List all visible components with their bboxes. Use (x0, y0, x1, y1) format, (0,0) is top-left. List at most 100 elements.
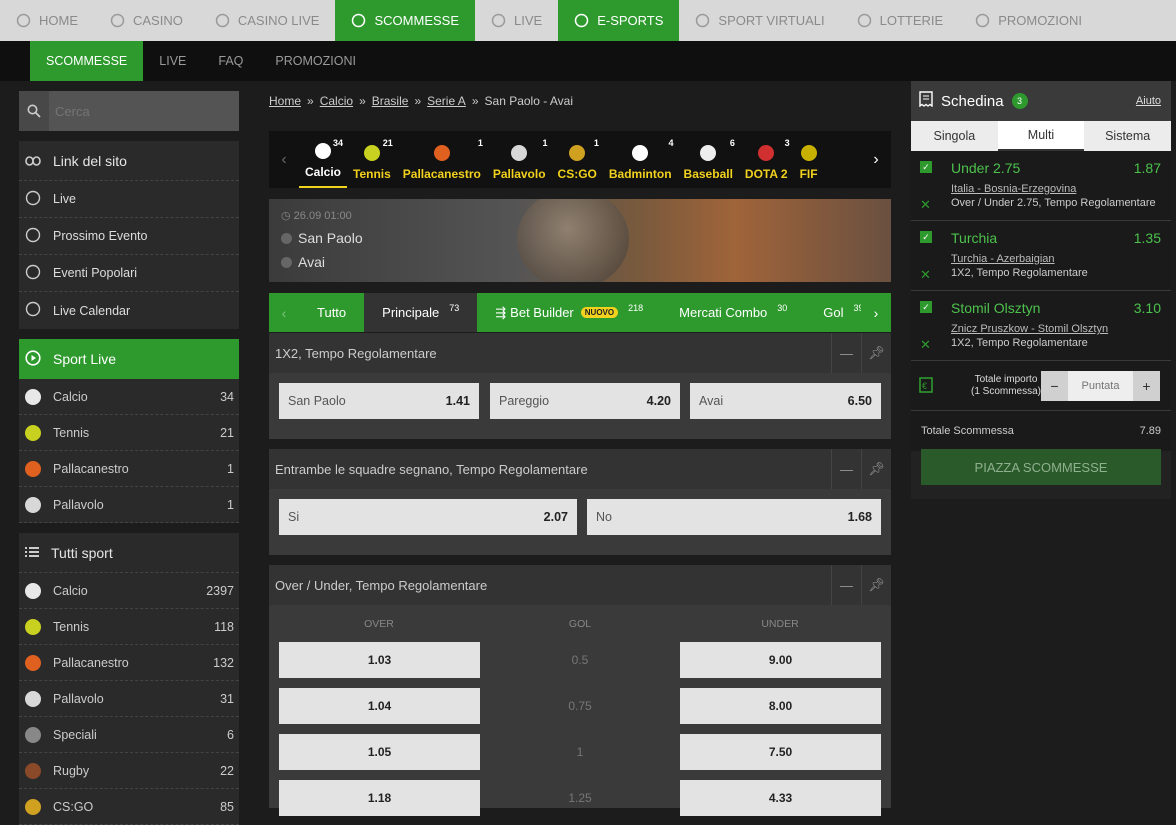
over-odd-button[interactable]: 1.18 (279, 780, 480, 816)
sidebar-link[interactable]: Eventi Popolari (19, 255, 239, 292)
over-odd-button[interactable]: 1.04 (279, 688, 480, 724)
sport-item[interactable]: Calcio 34 (19, 379, 239, 415)
search-box[interactable] (19, 91, 239, 131)
check-icon[interactable]: ✓ (920, 231, 932, 243)
sport-tab[interactable]: 1 CS:GO (552, 131, 603, 188)
sport-item[interactable]: Pallacanestro 132 (19, 645, 239, 681)
event-link[interactable]: Znicz Pruszkow - Stomil Olsztyn (951, 323, 1108, 335)
subnav-faq[interactable]: FAQ (202, 41, 259, 81)
place-bet-button[interactable]: PIAZZA SCOMMESSE (921, 449, 1161, 485)
sport-count: 22 (220, 763, 234, 778)
search-input[interactable] (49, 103, 229, 119)
check-icon[interactable]: ✓ (920, 301, 932, 313)
nav-casino[interactable]: CASINO (94, 0, 199, 41)
sport-tab[interactable]: 1 Pallavolo (487, 131, 552, 188)
under-odd-button[interactable]: 9.00 (680, 642, 881, 678)
subnav-promozioni[interactable]: PROMOZIONI (259, 41, 372, 81)
match-date: ◷ 26.09 01:00 (281, 210, 352, 222)
bet-type-tab[interactable]: Sistema (1084, 121, 1171, 151)
sport-ball-icon (25, 460, 41, 477)
market-tab[interactable]: Gol 39 (805, 293, 861, 332)
increase-button[interactable]: + (1133, 371, 1160, 401)
receipt-icon (919, 91, 933, 111)
sport-item[interactable]: Pallavolo 31 (19, 681, 239, 717)
sidebar-link[interactable]: Live Calendar (19, 292, 239, 329)
sport-tab[interactable]: 1 Pallacanestro (397, 131, 487, 188)
under-odd-button[interactable]: 8.00 (680, 688, 881, 724)
remove-icon[interactable]: ✕ (920, 197, 931, 213)
sport-tab[interactable]: 3 DOTA 2 (739, 131, 794, 188)
odd-button[interactable]: Pareggio 4.20 (490, 383, 680, 419)
home-team: San Paolo (281, 230, 363, 246)
nav-lotterie[interactable]: LOTTERIE (841, 0, 960, 41)
nav-live[interactable]: LIVE (475, 0, 558, 41)
subnav-live[interactable]: LIVE (143, 41, 202, 81)
odd-button[interactable]: San Paolo 1.41 (279, 383, 479, 419)
soccer-ball-image (517, 199, 629, 282)
sport-item[interactable]: CS:GO 85 (19, 789, 239, 825)
collapse-button[interactable]: — (831, 333, 861, 373)
tabs-next-button[interactable]: › (861, 293, 891, 332)
odd-button[interactable]: No 1.68 (587, 499, 881, 535)
collapse-button[interactable]: — (831, 449, 861, 489)
stake-input[interactable] (1068, 371, 1133, 401)
carousel-next-button[interactable]: › (861, 131, 891, 188)
bet-type-tab[interactable]: Singola (911, 121, 998, 151)
market-tab[interactable]: Principale 73 (364, 293, 478, 332)
tabs-prev-button[interactable]: ‹ (269, 293, 299, 332)
sport-item[interactable]: Pallavolo 1 (19, 487, 239, 523)
sport-ball-icon (25, 726, 41, 743)
under-odd-button[interactable]: 4.33 (680, 780, 881, 816)
nav-casino-live[interactable]: CASINO LIVE (199, 0, 336, 41)
sport-icon (363, 144, 381, 162)
help-link[interactable]: Aiuto (1136, 95, 1161, 107)
sport-live-header[interactable]: Sport Live (19, 339, 239, 379)
nav-e-sports[interactable]: E-SPORTS (558, 0, 680, 41)
over-odd-button[interactable]: 1.05 (279, 734, 480, 770)
sport-tab[interactable]: 6 Baseball (678, 131, 739, 188)
sport-tab[interactable]: 34 Calcio (299, 131, 348, 188)
sport-item[interactable]: Rugby 22 (19, 753, 239, 789)
carousel-prev-button[interactable]: ‹ (269, 131, 299, 188)
play-icon (574, 13, 589, 28)
event-link[interactable]: Turchia - Azerbaigian (951, 253, 1055, 265)
pin-icon[interactable]: 📌︎ (861, 565, 891, 605)
remove-icon[interactable]: ✕ (920, 337, 931, 353)
sport-item[interactable]: Calcio 2397 (19, 573, 239, 609)
nav-promozioni[interactable]: PROMOZIONI (959, 0, 1098, 41)
event-link[interactable]: Italia - Bosnia-Erzegovina (951, 183, 1076, 195)
sidebar-link[interactable]: Prossimo Evento (19, 218, 239, 255)
collapse-button[interactable]: — (831, 565, 861, 605)
sport-tab[interactable]: 4 Badminton (603, 131, 678, 188)
market-tab[interactable]: Tutto (299, 293, 364, 332)
breadcrumb-item[interactable]: Serie A (427, 94, 466, 108)
market-tab[interactable]: ⇶ Bet Builder NUOVO 218 (477, 293, 661, 332)
bet-type-tab[interactable]: Multi (997, 121, 1085, 151)
pin-icon[interactable]: 📌︎ (861, 449, 891, 489)
nav-scommesse[interactable]: SCOMMESSE (335, 0, 475, 41)
breadcrumb-item[interactable]: Home (269, 94, 301, 108)
sport-item[interactable]: Tennis 21 (19, 415, 239, 451)
breadcrumb-item[interactable]: Calcio (320, 94, 353, 108)
sport-tab[interactable]: FIF (794, 131, 824, 188)
bet-selection: ✓ ✕ Turchia 1.35 Turchia - Azerbaigian 1X2, T… (911, 221, 1171, 291)
check-icon[interactable]: ✓ (920, 161, 932, 173)
breadcrumb-item[interactable]: Brasile (372, 94, 409, 108)
odd-button[interactable]: Si 2.07 (279, 499, 577, 535)
sport-tab[interactable]: 21 Tennis (347, 131, 397, 188)
subnav-scommesse[interactable]: SCOMMESSE (30, 41, 144, 81)
remove-icon[interactable]: ✕ (920, 267, 931, 283)
over-odd-button[interactable]: 1.03 (279, 642, 480, 678)
nav-home[interactable]: HOME (0, 0, 94, 41)
nav-sport-virtuali[interactable]: SPORT VIRTUALI (679, 0, 840, 41)
sidebar-link[interactable]: Live (19, 181, 239, 218)
odd-button[interactable]: Avai 6.50 (690, 383, 881, 419)
decrease-button[interactable]: − (1041, 371, 1068, 401)
sport-item[interactable]: Speciali 6 (19, 717, 239, 753)
sport-item[interactable]: Pallacanestro 1 (19, 451, 239, 487)
under-odd-button[interactable]: 7.50 (680, 734, 881, 770)
pin-icon[interactable]: 📌︎ (861, 333, 891, 373)
total-label: Totale Scommessa (921, 425, 1014, 437)
market-tab[interactable]: Mercati Combo 30 (661, 293, 805, 332)
sport-item[interactable]: Tennis 118 (19, 609, 239, 645)
